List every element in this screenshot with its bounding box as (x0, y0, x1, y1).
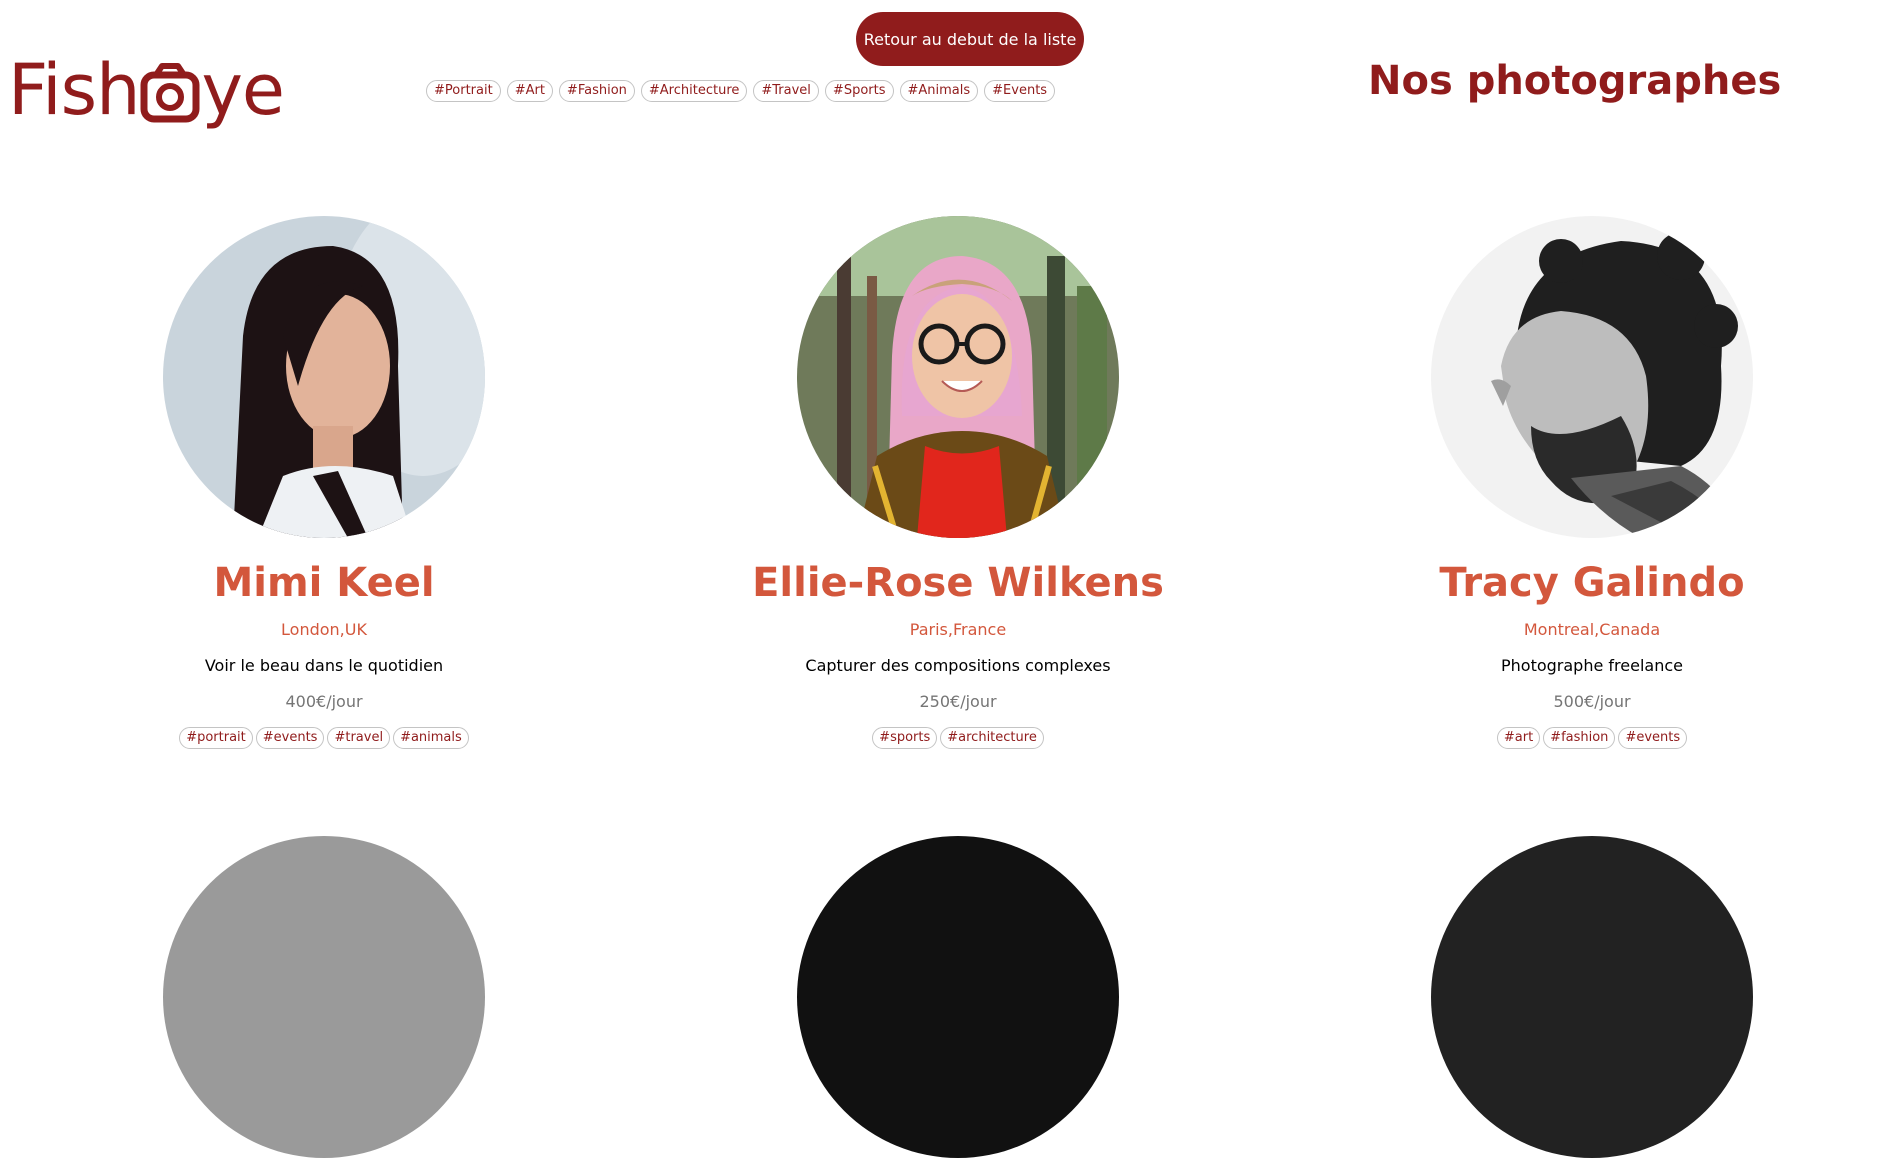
photographer-tagline: Voir le beau dans le quotidien (204, 656, 444, 675)
photographer-card: Ellie-Rose Wilkens Paris,France Capturer… (678, 216, 1238, 749)
photographer-price: 400€/jour (285, 692, 363, 711)
nav-tag-sports[interactable]: #Sports (824, 80, 894, 102)
nav-tag-art[interactable]: #Art (506, 80, 553, 102)
nav-tag-list: #Portrait #Art #Fashion #Architecture #T… (426, 80, 1056, 102)
nav-tag-events[interactable]: #Events (984, 80, 1056, 102)
photographer-portrait[interactable] (797, 216, 1119, 538)
back-to-top-button[interactable]: Retour au debut de la liste (856, 12, 1084, 66)
nav-tag-architecture[interactable]: #Architecture (640, 80, 748, 102)
photographer-location: Montreal,Canada (1523, 620, 1661, 639)
nav-tag-fashion[interactable]: #Fashion (558, 80, 635, 102)
camera-icon (140, 63, 200, 123)
photographer-price: 250€/jour (919, 692, 997, 711)
photographer-location: Paris,France (909, 620, 1007, 639)
photographer-portrait[interactable] (1431, 216, 1753, 538)
logo-text-left: Fish (8, 49, 140, 131)
nav-tag-travel[interactable]: #Travel (753, 80, 819, 102)
photographer-name[interactable]: Tracy Galindo (1439, 560, 1744, 606)
photographer-portrait[interactable] (163, 216, 485, 538)
photographer-tag-list: #portrait #events #travel #animals (179, 727, 469, 749)
tag-art[interactable]: #art (1496, 727, 1541, 749)
tag-events[interactable]: #events (255, 727, 325, 749)
tag-architecture[interactable]: #architecture (940, 727, 1044, 749)
photographer-location: London,UK (281, 620, 367, 639)
tag-sports[interactable]: #sports (872, 727, 938, 749)
photographer-card: Tracy Galindo Montreal,Canada Photograph… (1312, 216, 1872, 749)
photographer-name[interactable]: Mimi Keel (213, 560, 434, 606)
photographer-portrait[interactable] (1431, 836, 1753, 1158)
tag-travel[interactable]: #travel (327, 727, 391, 749)
page-title: Nos photographes (1368, 58, 1782, 104)
logo-text-right: ye (201, 49, 284, 131)
photographer-portrait[interactable] (797, 836, 1119, 1158)
photographer-tag-list: #sports #architecture (872, 727, 1044, 749)
photographer-name[interactable]: Ellie-Rose Wilkens (752, 560, 1164, 606)
photographer-tagline: Capturer des compositions complexes (805, 656, 1111, 675)
tag-events[interactable]: #events (1618, 727, 1688, 749)
photographer-card: Mimi Keel London,UK Voir le beau dans le… (44, 216, 604, 749)
tag-animals[interactable]: #animals (393, 727, 469, 749)
fisheye-logo[interactable]: Fish ye (8, 49, 285, 131)
nav-tag-portrait[interactable]: #Portrait (426, 80, 501, 102)
photographer-price: 500€/jour (1553, 692, 1631, 711)
nav-tag-animals[interactable]: #Animals (899, 80, 979, 102)
tag-fashion[interactable]: #fashion (1543, 727, 1616, 749)
photographer-tagline: Photographe freelance (1501, 656, 1683, 675)
tag-portrait[interactable]: #portrait (179, 727, 253, 749)
photographer-portrait[interactable] (163, 836, 485, 1158)
photographer-tag-list: #art #fashion #events (1496, 727, 1688, 749)
